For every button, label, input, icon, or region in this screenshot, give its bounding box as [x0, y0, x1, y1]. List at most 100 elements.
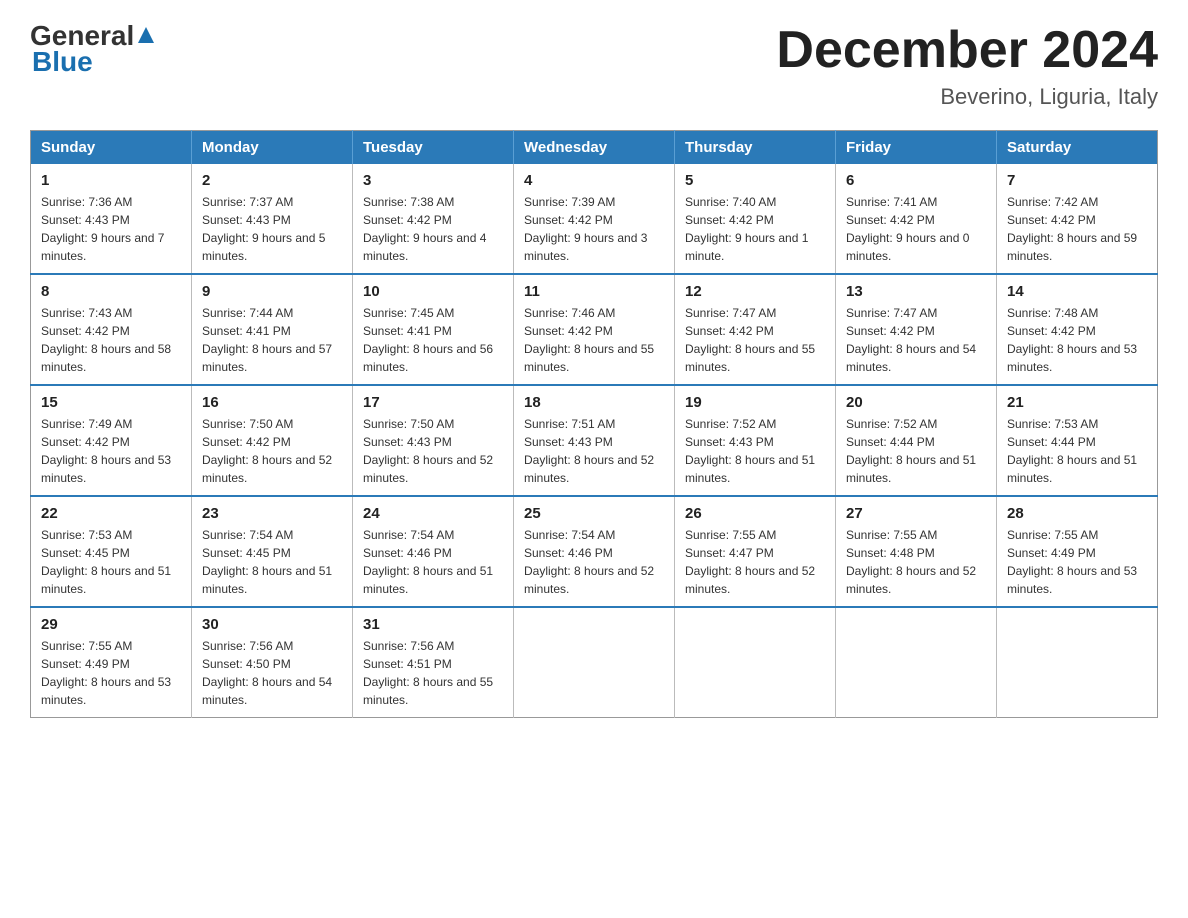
calendar-cell: 7 Sunrise: 7:42 AM Sunset: 4:42 PM Dayli…: [997, 164, 1158, 274]
calendar-cell: 25 Sunrise: 7:54 AM Sunset: 4:46 PM Dayl…: [514, 496, 675, 607]
day-number: 16: [202, 394, 342, 411]
calendar-cell: 5 Sunrise: 7:40 AM Sunset: 4:42 PM Dayli…: [675, 164, 836, 274]
day-number: 3: [363, 172, 503, 189]
day-number: 28: [1007, 505, 1147, 522]
week-row-2: 8 Sunrise: 7:43 AM Sunset: 4:42 PM Dayli…: [31, 274, 1158, 385]
day-number: 9: [202, 283, 342, 300]
day-number: 20: [846, 394, 986, 411]
day-info: Sunrise: 7:47 AM Sunset: 4:42 PM Dayligh…: [846, 304, 986, 376]
day-info: Sunrise: 7:55 AM Sunset: 4:49 PM Dayligh…: [41, 637, 181, 709]
day-info: Sunrise: 7:49 AM Sunset: 4:42 PM Dayligh…: [41, 415, 181, 487]
calendar-cell: 1 Sunrise: 7:36 AM Sunset: 4:43 PM Dayli…: [31, 164, 192, 274]
day-number: 12: [685, 283, 825, 300]
day-info: Sunrise: 7:45 AM Sunset: 4:41 PM Dayligh…: [363, 304, 503, 376]
calendar-cell: 16 Sunrise: 7:50 AM Sunset: 4:42 PM Dayl…: [192, 385, 353, 496]
week-row-1: 1 Sunrise: 7:36 AM Sunset: 4:43 PM Dayli…: [31, 164, 1158, 274]
day-info: Sunrise: 7:47 AM Sunset: 4:42 PM Dayligh…: [685, 304, 825, 376]
day-number: 27: [846, 505, 986, 522]
day-number: 2: [202, 172, 342, 189]
calendar-cell: [997, 607, 1158, 718]
day-info: Sunrise: 7:52 AM Sunset: 4:43 PM Dayligh…: [685, 415, 825, 487]
day-info: Sunrise: 7:53 AM Sunset: 4:45 PM Dayligh…: [41, 526, 181, 598]
week-row-5: 29 Sunrise: 7:55 AM Sunset: 4:49 PM Dayl…: [31, 607, 1158, 718]
calendar-cell: 2 Sunrise: 7:37 AM Sunset: 4:43 PM Dayli…: [192, 164, 353, 274]
header-thursday: Thursday: [675, 131, 836, 165]
day-info: Sunrise: 7:43 AM Sunset: 4:42 PM Dayligh…: [41, 304, 181, 376]
day-info: Sunrise: 7:41 AM Sunset: 4:42 PM Dayligh…: [846, 193, 986, 265]
day-number: 15: [41, 394, 181, 411]
calendar-cell: 29 Sunrise: 7:55 AM Sunset: 4:49 PM Dayl…: [31, 607, 192, 718]
day-info: Sunrise: 7:54 AM Sunset: 4:45 PM Dayligh…: [202, 526, 342, 598]
calendar-cell: 21 Sunrise: 7:53 AM Sunset: 4:44 PM Dayl…: [997, 385, 1158, 496]
day-info: Sunrise: 7:50 AM Sunset: 4:42 PM Dayligh…: [202, 415, 342, 487]
calendar-cell: 10 Sunrise: 7:45 AM Sunset: 4:41 PM Dayl…: [353, 274, 514, 385]
day-info: Sunrise: 7:50 AM Sunset: 4:43 PM Dayligh…: [363, 415, 503, 487]
day-info: Sunrise: 7:46 AM Sunset: 4:42 PM Dayligh…: [524, 304, 664, 376]
day-info: Sunrise: 7:37 AM Sunset: 4:43 PM Dayligh…: [202, 193, 342, 265]
day-number: 26: [685, 505, 825, 522]
calendar-cell: 9 Sunrise: 7:44 AM Sunset: 4:41 PM Dayli…: [192, 274, 353, 385]
calendar-cell: 17 Sunrise: 7:50 AM Sunset: 4:43 PM Dayl…: [353, 385, 514, 496]
calendar-cell: 31 Sunrise: 7:56 AM Sunset: 4:51 PM Dayl…: [353, 607, 514, 718]
title-block: December 2024 Beverino, Liguria, Italy: [776, 20, 1158, 110]
calendar-cell: 15 Sunrise: 7:49 AM Sunset: 4:42 PM Dayl…: [31, 385, 192, 496]
header-sunday: Sunday: [31, 131, 192, 165]
calendar-cell: 4 Sunrise: 7:39 AM Sunset: 4:42 PM Dayli…: [514, 164, 675, 274]
logo-triangle-icon: [136, 25, 156, 45]
calendar-cell: 20 Sunrise: 7:52 AM Sunset: 4:44 PM Dayl…: [836, 385, 997, 496]
day-info: Sunrise: 7:55 AM Sunset: 4:48 PM Dayligh…: [846, 526, 986, 598]
day-number: 18: [524, 394, 664, 411]
calendar-cell: 18 Sunrise: 7:51 AM Sunset: 4:43 PM Dayl…: [514, 385, 675, 496]
header-monday: Monday: [192, 131, 353, 165]
day-info: Sunrise: 7:54 AM Sunset: 4:46 PM Dayligh…: [524, 526, 664, 598]
day-info: Sunrise: 7:56 AM Sunset: 4:50 PM Dayligh…: [202, 637, 342, 709]
calendar-cell: 14 Sunrise: 7:48 AM Sunset: 4:42 PM Dayl…: [997, 274, 1158, 385]
calendar-cell: [514, 607, 675, 718]
week-row-3: 15 Sunrise: 7:49 AM Sunset: 4:42 PM Dayl…: [31, 385, 1158, 496]
day-number: 21: [1007, 394, 1147, 411]
header-tuesday: Tuesday: [353, 131, 514, 165]
calendar-cell: 6 Sunrise: 7:41 AM Sunset: 4:42 PM Dayli…: [836, 164, 997, 274]
calendar-cell: [836, 607, 997, 718]
day-number: 7: [1007, 172, 1147, 189]
header-saturday: Saturday: [997, 131, 1158, 165]
day-info: Sunrise: 7:48 AM Sunset: 4:42 PM Dayligh…: [1007, 304, 1147, 376]
day-number: 5: [685, 172, 825, 189]
calendar-cell: 8 Sunrise: 7:43 AM Sunset: 4:42 PM Dayli…: [31, 274, 192, 385]
day-number: 1: [41, 172, 181, 189]
day-number: 6: [846, 172, 986, 189]
calendar-cell: 27 Sunrise: 7:55 AM Sunset: 4:48 PM Dayl…: [836, 496, 997, 607]
header-friday: Friday: [836, 131, 997, 165]
day-number: 14: [1007, 283, 1147, 300]
day-number: 24: [363, 505, 503, 522]
day-number: 10: [363, 283, 503, 300]
day-info: Sunrise: 7:44 AM Sunset: 4:41 PM Dayligh…: [202, 304, 342, 376]
day-info: Sunrise: 7:39 AM Sunset: 4:42 PM Dayligh…: [524, 193, 664, 265]
calendar-cell: 3 Sunrise: 7:38 AM Sunset: 4:42 PM Dayli…: [353, 164, 514, 274]
day-number: 29: [41, 616, 181, 633]
calendar-cell: [675, 607, 836, 718]
location: Beverino, Liguria, Italy: [776, 84, 1158, 110]
logo-blue-text: Blue: [32, 46, 93, 77]
day-info: Sunrise: 7:40 AM Sunset: 4:42 PM Dayligh…: [685, 193, 825, 265]
day-number: 22: [41, 505, 181, 522]
weekday-header-row: Sunday Monday Tuesday Wednesday Thursday…: [31, 131, 1158, 165]
logo: General Blue: [30, 20, 156, 78]
day-number: 4: [524, 172, 664, 189]
month-title: December 2024: [776, 20, 1158, 80]
day-info: Sunrise: 7:51 AM Sunset: 4:43 PM Dayligh…: [524, 415, 664, 487]
day-info: Sunrise: 7:42 AM Sunset: 4:42 PM Dayligh…: [1007, 193, 1147, 265]
calendar-cell: 30 Sunrise: 7:56 AM Sunset: 4:50 PM Dayl…: [192, 607, 353, 718]
day-number: 31: [363, 616, 503, 633]
calendar-cell: 24 Sunrise: 7:54 AM Sunset: 4:46 PM Dayl…: [353, 496, 514, 607]
day-info: Sunrise: 7:36 AM Sunset: 4:43 PM Dayligh…: [41, 193, 181, 265]
calendar-table: Sunday Monday Tuesday Wednesday Thursday…: [30, 130, 1158, 718]
calendar-cell: 28 Sunrise: 7:55 AM Sunset: 4:49 PM Dayl…: [997, 496, 1158, 607]
day-info: Sunrise: 7:55 AM Sunset: 4:49 PM Dayligh…: [1007, 526, 1147, 598]
header-wednesday: Wednesday: [514, 131, 675, 165]
day-info: Sunrise: 7:38 AM Sunset: 4:42 PM Dayligh…: [363, 193, 503, 265]
day-number: 30: [202, 616, 342, 633]
calendar-cell: 19 Sunrise: 7:52 AM Sunset: 4:43 PM Dayl…: [675, 385, 836, 496]
day-info: Sunrise: 7:54 AM Sunset: 4:46 PM Dayligh…: [363, 526, 503, 598]
calendar-cell: 22 Sunrise: 7:53 AM Sunset: 4:45 PM Dayl…: [31, 496, 192, 607]
